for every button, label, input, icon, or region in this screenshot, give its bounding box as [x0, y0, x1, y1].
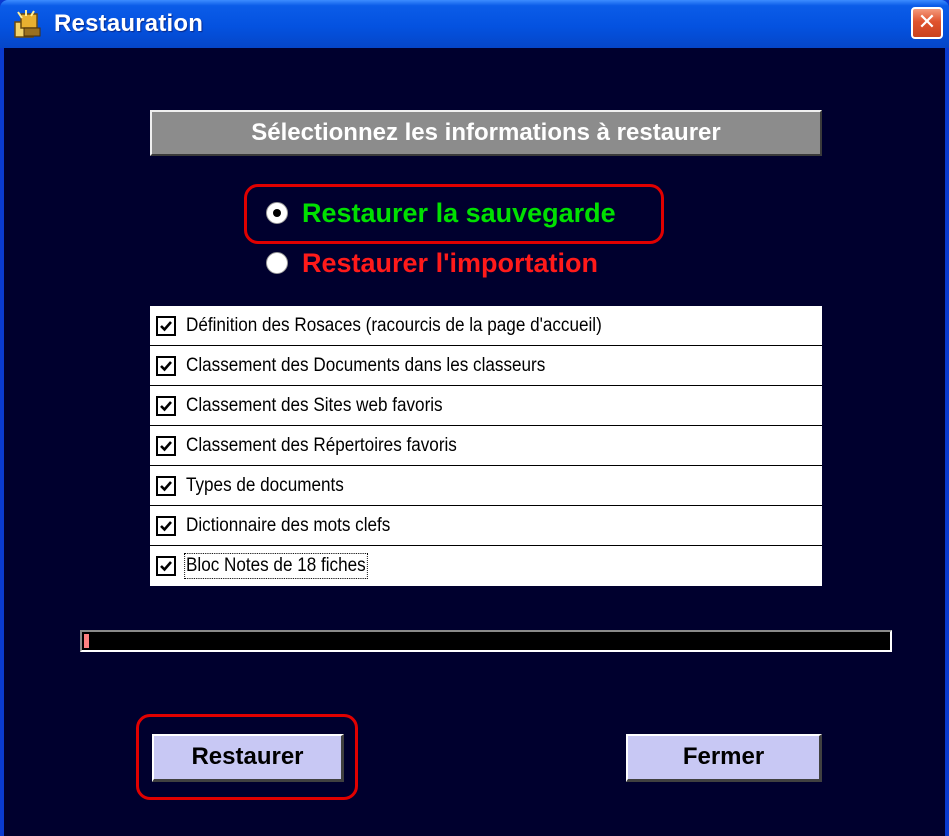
title-bar[interactable]: Restauration ✕ [0, 0, 949, 48]
list-item[interactable]: Classement des Documents dans les classe… [150, 346, 822, 386]
close-icon: ✕ [917, 10, 937, 35]
dialog-body: Sélectionnez les informations à restaure… [4, 48, 945, 836]
radio-label-restore-import: Restaurer l'importation [302, 247, 598, 278]
item-label: Dictionnaire des mots clefs [186, 514, 391, 536]
window-title: Restauration [54, 10, 204, 37]
list-item[interactable]: Définition des Rosaces (racourcis de la … [150, 306, 822, 346]
checkbox-checked-icon [156, 355, 176, 376]
checkbox-checked-icon [156, 395, 176, 416]
restauration-window: Restauration ✕ Sélectionnez les informat… [0, 0, 949, 836]
checkbox-checked-icon [156, 556, 176, 576]
progress-fill [84, 634, 89, 648]
list-item[interactable]: Types de documents [150, 466, 822, 506]
item-label: Bloc Notes de 18 fiches [184, 553, 368, 579]
list-item[interactable]: Dictionnaire des mots clefs [150, 506, 822, 546]
item-label: Classement des Sites web favoris [186, 394, 443, 416]
checkbox-checked-icon [156, 435, 176, 456]
item-label: Définition des Rosaces (racourcis de la … [186, 314, 602, 336]
item-label: Classement des Documents dans les classe… [186, 354, 546, 376]
close-button[interactable]: Fermer [626, 734, 822, 782]
checkbox-checked-icon [156, 475, 176, 496]
restore-button[interactable]: Restaurer [152, 734, 344, 782]
list-item[interactable]: Classement des Sites web favoris [150, 386, 822, 426]
radio-button-icon [266, 252, 288, 274]
radio-button-icon [266, 202, 288, 224]
restore-items-list: Définition des Rosaces (racourcis de la … [150, 306, 822, 586]
list-item[interactable]: Bloc Notes de 18 fiches [150, 546, 822, 586]
radio-restore-import[interactable]: Restaurer l'importation [266, 246, 598, 280]
section-header: Sélectionnez les informations à restaure… [150, 110, 822, 156]
checkbox-checked-icon [156, 315, 176, 336]
radio-label-restore-backup: Restaurer la sauvegarde [302, 197, 616, 228]
close-window-button[interactable]: ✕ [911, 7, 943, 39]
progress-bar [80, 630, 892, 652]
item-label: Classement des Répertoires favoris [186, 434, 457, 456]
app-icon [14, 10, 41, 38]
radio-restore-backup[interactable]: Restaurer la sauvegarde [266, 196, 616, 230]
checkbox-checked-icon [156, 515, 176, 536]
item-label: Types de documents [186, 474, 344, 496]
list-item[interactable]: Classement des Répertoires favoris [150, 426, 822, 466]
